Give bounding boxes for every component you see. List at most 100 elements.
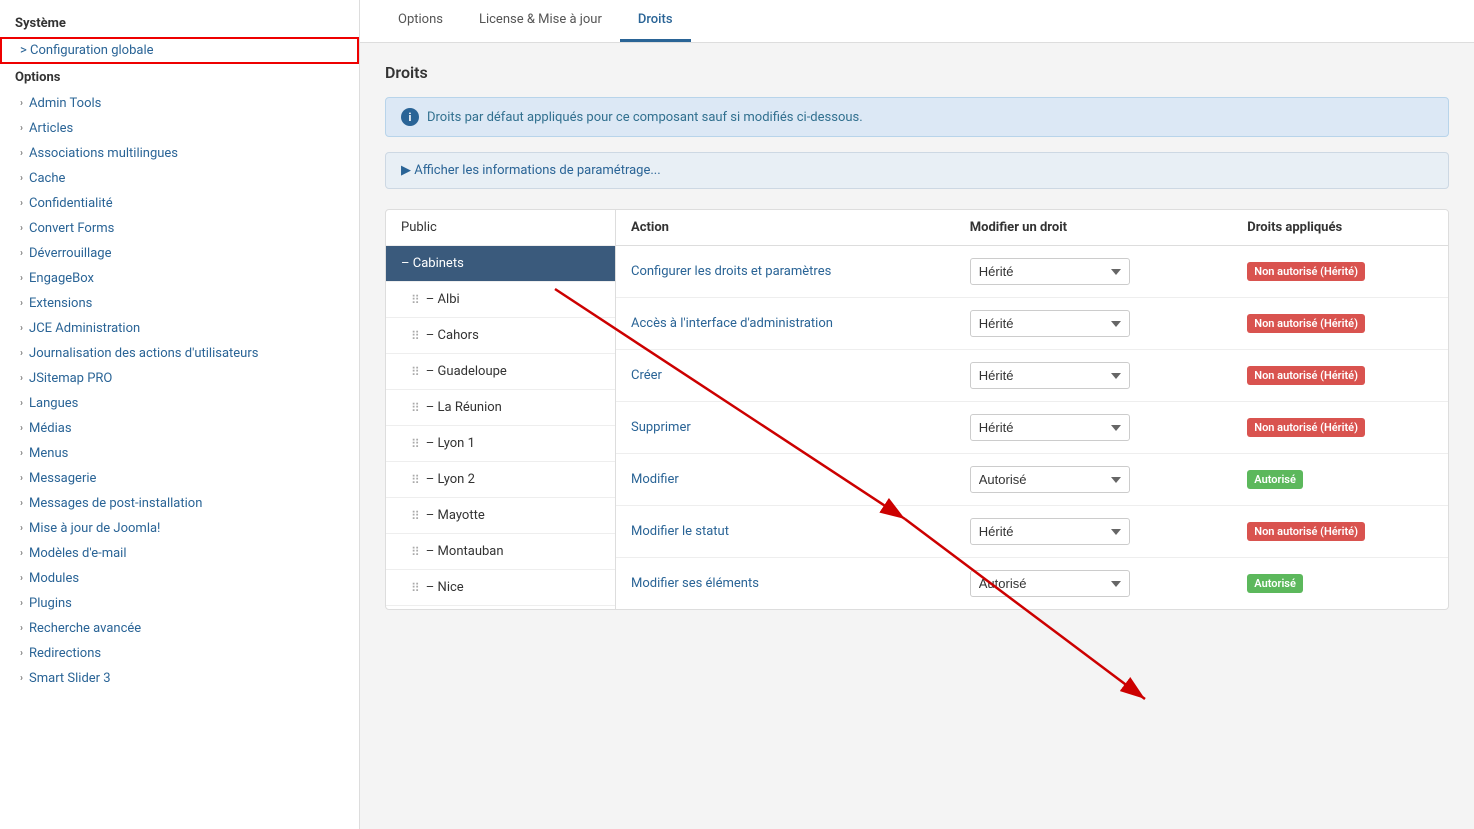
drag-icon: ⠿ <box>411 401 420 415</box>
chevron-icon: › <box>20 573 23 584</box>
sidebar-item-config-globale[interactable]: > Configuration globale <box>0 37 359 64</box>
drag-icon: ⠿ <box>411 365 420 379</box>
permission-select[interactable]: HéritéAutoriséRefusé <box>970 466 1130 493</box>
badge-cell: Non autorisé (Hérité) <box>1232 298 1448 350</box>
sidebar-item-plugins[interactable]: › Plugins <box>0 591 359 616</box>
sidebar-item-admin-tools[interactable]: › Admin Tools <box>0 91 359 116</box>
select-cell[interactable]: HéritéAutoriséRefusé <box>955 298 1233 350</box>
chevron-icon: › <box>20 648 23 659</box>
group-guadeloupe[interactable]: ⠿ – Guadeloupe <box>386 354 615 390</box>
group-albi[interactable]: ⠿ – Albi <box>386 282 615 318</box>
sidebar-item-deverrouillage[interactable]: › Déverrouillage <box>0 241 359 266</box>
table-row: Modifier HéritéAutoriséRefusé Autorisé <box>616 454 1448 506</box>
action-cell: Modifier <box>616 454 955 506</box>
chevron-icon: › <box>20 623 23 634</box>
select-cell[interactable]: HéritéAutoriséRefusé <box>955 506 1233 558</box>
sidebar-item-medias[interactable]: › Médias <box>0 416 359 441</box>
select-cell[interactable]: HéritéAutoriséRefusé <box>955 454 1233 506</box>
permissions-layout: Public – Cabinets ⠿ – Albi ⠿ – Cahors ⠿ … <box>385 209 1449 610</box>
group-nice[interactable]: ⠿ – Nice <box>386 570 615 606</box>
info-text: Droits par défaut appliqués pour ce comp… <box>427 110 863 125</box>
badge-cell: Autorisé <box>1232 454 1448 506</box>
group-mayotte[interactable]: ⠿ – Mayotte <box>386 498 615 534</box>
drag-icon: ⠿ <box>411 473 420 487</box>
table-row: Accès à l'interface d'administrationHéri… <box>616 298 1448 350</box>
sidebar-item-jce[interactable]: › JCE Administration <box>0 316 359 341</box>
group-cahors[interactable]: ⠿ – Cahors <box>386 318 615 354</box>
sidebar-item-label: Recherche avancée <box>29 621 141 636</box>
sidebar-item-menus[interactable]: › Menus <box>0 441 359 466</box>
info-icon: i <box>401 108 419 126</box>
sidebar-item-engagebox[interactable]: › EngageBox <box>0 266 359 291</box>
sidebar-item-langues[interactable]: › Langues <box>0 391 359 416</box>
sidebar-item-associations[interactable]: › Associations multilingues <box>0 141 359 166</box>
chevron-icon: › <box>20 473 23 484</box>
content-area: Droits i Droits par défaut appliqués pou… <box>360 43 1474 829</box>
action-cell: Modifier le statut <box>616 506 955 558</box>
group-montauban[interactable]: ⠿ – Montauban <box>386 534 615 570</box>
main-content: Options License & Mise à jour Droits Dro… <box>360 0 1474 829</box>
sidebar-item-label: Confidentialité <box>29 196 113 211</box>
group-cabinets[interactable]: – Cabinets <box>386 246 615 282</box>
sidebar-item-cache[interactable]: › Cache <box>0 166 359 191</box>
select-cell[interactable]: HéritéAutoriséRefusé <box>955 558 1233 610</box>
toggle-params[interactable]: ▶ Afficher les informations de paramétra… <box>385 152 1449 189</box>
group-lyon1[interactable]: ⠿ – Lyon 1 <box>386 426 615 462</box>
permission-select[interactable]: HéritéAutoriséRefusé <box>970 310 1130 337</box>
drag-icon: ⠿ <box>411 293 420 307</box>
sidebar-item-label: Modules <box>29 571 79 586</box>
group-cabinets-label: – Cabinets <box>401 256 464 271</box>
sidebar-item-modeles-email[interactable]: › Modèles d'e-mail <box>0 541 359 566</box>
sidebar-item-redirections[interactable]: › Redirections <box>0 641 359 666</box>
status-badge: Non autorisé (Hérité) <box>1247 522 1365 541</box>
permission-select[interactable]: HéritéAutoriséRefusé <box>970 518 1130 545</box>
tab-license[interactable]: License & Mise à jour <box>461 0 620 42</box>
chevron-icon: › <box>20 598 23 609</box>
sidebar-item-journalisation[interactable]: › Journalisation des actions d'utilisate… <box>0 341 359 366</box>
action-cell: Modifier ses éléments <box>616 558 955 610</box>
status-badge: Non autorisé (Hérité) <box>1247 262 1365 281</box>
drag-icon: ⠿ <box>411 509 420 523</box>
sidebar-item-smart-slider[interactable]: › Smart Slider 3 <box>0 666 359 691</box>
sidebar-item-convert-forms[interactable]: › Convert Forms <box>0 216 359 241</box>
sidebar-item-messagerie[interactable]: › Messagerie <box>0 466 359 491</box>
group-public[interactable]: Public <box>386 210 615 246</box>
action-cell: Configurer les droits et paramètres <box>616 246 955 298</box>
sidebar-item-recherche[interactable]: › Recherche avancée <box>0 616 359 641</box>
permission-select[interactable]: HéritéAutoriséRefusé <box>970 258 1130 285</box>
permission-select[interactable]: HéritéAutoriséRefusé <box>970 362 1130 389</box>
status-badge: Non autorisé (Hérité) <box>1247 366 1365 385</box>
col-modifier: Modifier un droit <box>955 210 1233 246</box>
table-row: Modifier ses éléments HéritéAutoriséRefus… <box>616 558 1448 610</box>
sidebar-section-options: Options <box>0 64 359 91</box>
sidebar-item-post-install[interactable]: › Messages de post-installation <box>0 491 359 516</box>
sidebar-item-label: JSitemap PRO <box>29 371 112 386</box>
chevron-icon: › <box>20 173 23 184</box>
sidebar-item-mise-a-jour[interactable]: › Mise à jour de Joomla! <box>0 516 359 541</box>
action-cell: Supprimer <box>616 402 955 454</box>
group-la-reunion[interactable]: ⠿ – La Réunion <box>386 390 615 426</box>
table-row: Modifier le statut HéritéAutoriséRefusé No… <box>616 506 1448 558</box>
tab-options[interactable]: Options <box>380 0 461 42</box>
group-lyon2[interactable]: ⠿ – Lyon 2 <box>386 462 615 498</box>
sidebar-item-label: Déverrouillage <box>29 246 111 261</box>
sidebar-item-label: Admin Tools <box>29 96 101 111</box>
sidebar-item-extensions[interactable]: › Extensions <box>0 291 359 316</box>
select-cell[interactable]: HéritéAutoriséRefusé <box>955 402 1233 454</box>
select-cell[interactable]: HéritéAutoriséRefusé <box>955 350 1233 402</box>
permission-select[interactable]: HéritéAutoriséRefusé <box>970 414 1130 441</box>
sidebar-item-modules[interactable]: › Modules <box>0 566 359 591</box>
chevron-icon: › <box>20 348 23 359</box>
sidebar-item-label: Smart Slider 3 <box>29 671 111 686</box>
select-cell[interactable]: HéritéAutoriséRefusé <box>955 246 1233 298</box>
sidebar-item-jsitemap[interactable]: › JSitemap PRO <box>0 366 359 391</box>
chevron-icon: › <box>20 673 23 684</box>
sidebar-item-label: Médias <box>29 421 72 436</box>
tab-droits[interactable]: Droits <box>620 0 691 42</box>
sidebar-item-label: Cache <box>29 171 65 186</box>
page-title: Droits <box>385 63 1449 82</box>
permission-select[interactable]: HéritéAutoriséRefusé <box>970 570 1130 597</box>
sidebar-item-articles[interactable]: › Articles <box>0 116 359 141</box>
sidebar-item-confidentialite[interactable]: › Confidentialité <box>0 191 359 216</box>
col-action: Action <box>616 210 955 246</box>
